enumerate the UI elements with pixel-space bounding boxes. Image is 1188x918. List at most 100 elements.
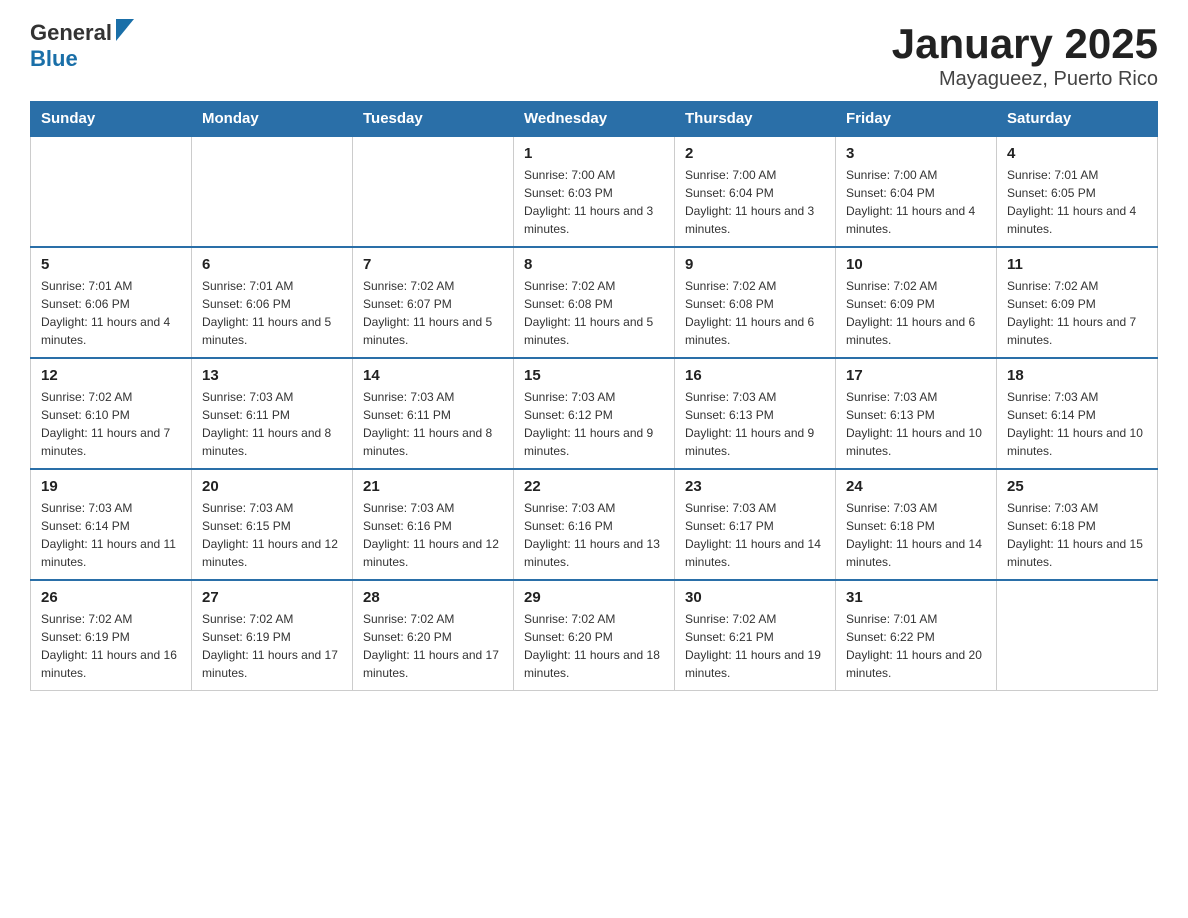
- day-number: 1: [524, 145, 664, 162]
- day-number: 10: [846, 256, 986, 273]
- day-info: Sunrise: 7:02 AMSunset: 6:19 PMDaylight:…: [41, 610, 181, 682]
- calendar-cell: 14 Sunrise: 7:03 AMSunset: 6:11 PMDayligh…: [353, 358, 514, 469]
- calendar-body: 1 Sunrise: 7:00 AMSunset: 6:03 PMDaylight…: [31, 136, 1158, 691]
- day-info: Sunrise: 7:01 AMSunset: 6:06 PMDaylight:…: [41, 277, 181, 349]
- calendar-cell: 28 Sunrise: 7:02 AMSunset: 6:20 PMDayligh…: [353, 580, 514, 691]
- day-info: Sunrise: 7:02 AMSunset: 6:20 PMDaylight:…: [524, 610, 664, 682]
- calendar-cell: 15Sunrise: 7:03 AMSunset: 6:12 PMDayligh…: [514, 358, 675, 469]
- calendar-cell: 11 Sunrise: 7:02 AMSunset: 6:09 PMDayligh…: [997, 247, 1158, 358]
- calendar-cell: 20 Sunrise: 7:03 AMSunset: 6:15 PMDayligh…: [192, 469, 353, 580]
- logo-triangle-icon: [116, 19, 134, 46]
- day-info: Sunrise: 7:02 AMSunset: 6:21 PMDaylight:…: [685, 610, 825, 682]
- logo-blue-text: Blue: [30, 46, 78, 71]
- calendar-cell: 3Sunrise: 7:00 AMSunset: 6:04 PMDaylight…: [836, 136, 997, 247]
- calendar-cell: 17 Sunrise: 7:03 AMSunset: 6:13 PMDayligh…: [836, 358, 997, 469]
- day-number: 19: [41, 478, 181, 495]
- day-info: Sunrise: 7:03 AMSunset: 6:13 PMDaylight:…: [685, 388, 825, 460]
- day-number: 17: [846, 367, 986, 384]
- calendar-cell: 6 Sunrise: 7:01 AMSunset: 6:06 PMDaylight…: [192, 247, 353, 358]
- weekday-header-friday: Friday: [836, 102, 997, 137]
- day-number: 4: [1007, 145, 1147, 162]
- calendar-cell: [353, 136, 514, 247]
- calendar-cell: 1 Sunrise: 7:00 AMSunset: 6:03 PMDaylight…: [514, 136, 675, 247]
- day-number: 12: [41, 367, 181, 384]
- calendar-cell: 8Sunrise: 7:02 AMSunset: 6:08 PMDaylight…: [514, 247, 675, 358]
- day-number: 14: [363, 367, 503, 384]
- day-info: Sunrise: 7:01 AMSunset: 6:22 PMDaylight:…: [846, 610, 986, 682]
- day-number: 31: [846, 589, 986, 606]
- day-info: Sunrise: 7:03 AMSunset: 6:14 PMDaylight:…: [1007, 388, 1147, 460]
- day-info: Sunrise: 7:00 AMSunset: 6:03 PMDaylight:…: [524, 166, 664, 238]
- day-info: Sunrise: 7:03 AMSunset: 6:12 PMDaylight:…: [524, 388, 664, 460]
- calendar-cell: 21Sunrise: 7:03 AMSunset: 6:16 PMDayligh…: [353, 469, 514, 580]
- calendar-week-row: 1 Sunrise: 7:00 AMSunset: 6:03 PMDaylight…: [31, 136, 1158, 247]
- day-number: 16: [685, 367, 825, 384]
- calendar-cell: 24 Sunrise: 7:03 AMSunset: 6:18 PMDayligh…: [836, 469, 997, 580]
- calendar-cell: 26 Sunrise: 7:02 AMSunset: 6:19 PMDayligh…: [31, 580, 192, 691]
- day-info: Sunrise: 7:02 AMSunset: 6:07 PMDaylight:…: [363, 277, 503, 349]
- weekday-row: SundayMondayTuesdayWednesdayThursdayFrid…: [31, 102, 1158, 137]
- calendar-cell: 5Sunrise: 7:01 AMSunset: 6:06 PMDaylight…: [31, 247, 192, 358]
- day-number: 8: [524, 256, 664, 273]
- calendar-table: SundayMondayTuesdayWednesdayThursdayFrid…: [30, 101, 1158, 691]
- day-info: Sunrise: 7:01 AMSunset: 6:06 PMDaylight:…: [202, 277, 342, 349]
- weekday-header-tuesday: Tuesday: [353, 102, 514, 137]
- day-number: 9: [685, 256, 825, 273]
- calendar-cell: [31, 136, 192, 247]
- calendar-cell: 19 Sunrise: 7:03 AMSunset: 6:14 PMDayligh…: [31, 469, 192, 580]
- page-header: General Blue January 2025 Mayagueez, Pue…: [30, 20, 1158, 91]
- calendar-cell: 31 Sunrise: 7:01 AMSunset: 6:22 PMDayligh…: [836, 580, 997, 691]
- page-subtitle: Mayagueez, Puerto Rico: [892, 68, 1158, 91]
- calendar-header: SundayMondayTuesdayWednesdayThursdayFrid…: [31, 102, 1158, 137]
- logo: General Blue: [30, 20, 134, 72]
- page-title: January 2025: [892, 20, 1158, 68]
- calendar-cell: 29 Sunrise: 7:02 AMSunset: 6:20 PMDayligh…: [514, 580, 675, 691]
- weekday-header-saturday: Saturday: [997, 102, 1158, 137]
- day-info: Sunrise: 7:02 AMSunset: 6:19 PMDaylight:…: [202, 610, 342, 682]
- day-number: 20: [202, 478, 342, 495]
- weekday-header-monday: Monday: [192, 102, 353, 137]
- day-info: Sunrise: 7:03 AMSunset: 6:14 PMDaylight:…: [41, 499, 181, 571]
- day-number: 22: [524, 478, 664, 495]
- calendar-cell: [997, 580, 1158, 691]
- day-info: Sunrise: 7:02 AMSunset: 6:09 PMDaylight:…: [1007, 277, 1147, 349]
- calendar-cell: [192, 136, 353, 247]
- day-info: Sunrise: 7:00 AMSunset: 6:04 PMDaylight:…: [846, 166, 986, 238]
- calendar-cell: 7Sunrise: 7:02 AMSunset: 6:07 PMDaylight…: [353, 247, 514, 358]
- calendar-cell: 9 Sunrise: 7:02 AMSunset: 6:08 PMDaylight…: [675, 247, 836, 358]
- day-info: Sunrise: 7:03 AMSunset: 6:17 PMDaylight:…: [685, 499, 825, 571]
- day-number: 28: [363, 589, 503, 606]
- calendar-cell: 2Sunrise: 7:00 AMSunset: 6:04 PMDaylight…: [675, 136, 836, 247]
- day-number: 24: [846, 478, 986, 495]
- day-info: Sunrise: 7:03 AMSunset: 6:13 PMDaylight:…: [846, 388, 986, 460]
- calendar-week-row: 12 Sunrise: 7:02 AMSunset: 6:10 PMDayligh…: [31, 358, 1158, 469]
- weekday-header-wednesday: Wednesday: [514, 102, 675, 137]
- day-number: 29: [524, 589, 664, 606]
- day-info: Sunrise: 7:02 AMSunset: 6:10 PMDaylight:…: [41, 388, 181, 460]
- day-info: Sunrise: 7:03 AMSunset: 6:11 PMDaylight:…: [202, 388, 342, 460]
- day-number: 21: [363, 478, 503, 495]
- calendar-cell: 27Sunrise: 7:02 AMSunset: 6:19 PMDayligh…: [192, 580, 353, 691]
- calendar-cell: 25Sunrise: 7:03 AMSunset: 6:18 PMDayligh…: [997, 469, 1158, 580]
- calendar-cell: 22Sunrise: 7:03 AMSunset: 6:16 PMDayligh…: [514, 469, 675, 580]
- day-number: 6: [202, 256, 342, 273]
- day-number: 30: [685, 589, 825, 606]
- day-number: 11: [1007, 256, 1147, 273]
- day-info: Sunrise: 7:03 AMSunset: 6:11 PMDaylight:…: [363, 388, 503, 460]
- calendar-cell: 16 Sunrise: 7:03 AMSunset: 6:13 PMDayligh…: [675, 358, 836, 469]
- logo-general-text: General: [30, 20, 112, 46]
- weekday-header-thursday: Thursday: [675, 102, 836, 137]
- day-info: Sunrise: 7:03 AMSunset: 6:15 PMDaylight:…: [202, 499, 342, 571]
- calendar-week-row: 26 Sunrise: 7:02 AMSunset: 6:19 PMDayligh…: [31, 580, 1158, 691]
- day-info: Sunrise: 7:02 AMSunset: 6:20 PMDaylight:…: [363, 610, 503, 682]
- calendar-cell: 4Sunrise: 7:01 AMSunset: 6:05 PMDaylight…: [997, 136, 1158, 247]
- day-info: Sunrise: 7:03 AMSunset: 6:18 PMDaylight:…: [1007, 499, 1147, 571]
- day-number: 26: [41, 589, 181, 606]
- day-info: Sunrise: 7:03 AMSunset: 6:18 PMDaylight:…: [846, 499, 986, 571]
- day-number: 13: [202, 367, 342, 384]
- day-number: 23: [685, 478, 825, 495]
- weekday-header-sunday: Sunday: [31, 102, 192, 137]
- calendar-cell: 30 Sunrise: 7:02 AMSunset: 6:21 PMDayligh…: [675, 580, 836, 691]
- calendar-cell: 10Sunrise: 7:02 AMSunset: 6:09 PMDayligh…: [836, 247, 997, 358]
- day-info: Sunrise: 7:02 AMSunset: 6:08 PMDaylight:…: [685, 277, 825, 349]
